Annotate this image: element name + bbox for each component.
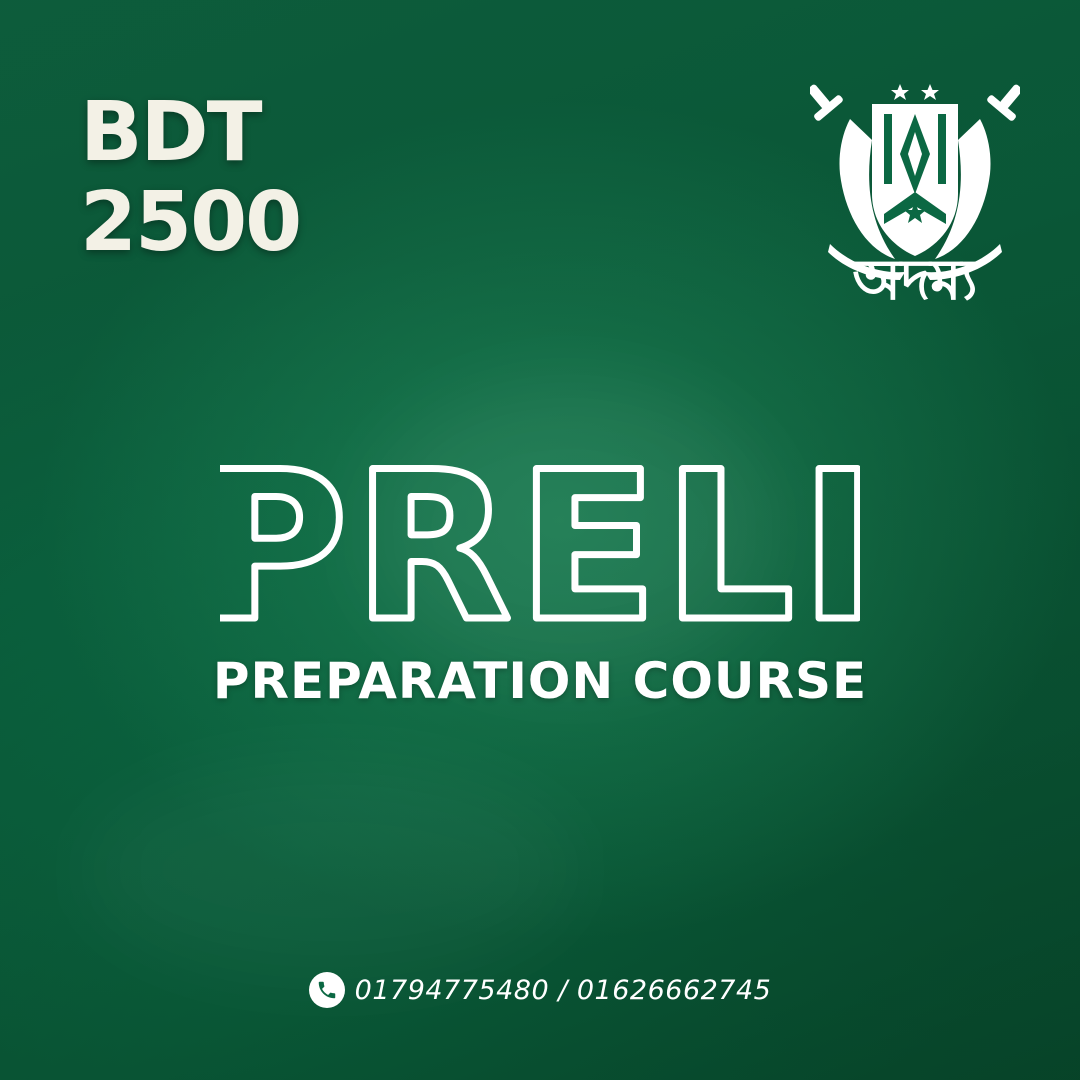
- phone-icon: [308, 972, 345, 1008]
- price-block: BDT 2500: [80, 85, 302, 270]
- chalk-smudge: [80, 760, 580, 980]
- title-text: PRELI: [220, 430, 860, 650]
- brand-name: অদম্য: [852, 248, 978, 313]
- title-outline-text: PRELI: [220, 430, 860, 650]
- contact-numbers: 01794775480 / 01626662745: [354, 974, 772, 1006]
- price-amount: 2500: [80, 175, 302, 270]
- course-title: PRELI: [0, 430, 1080, 650]
- poster-canvas: BDT 2500 অদম্য PRELI PREPARATION COURSE …: [0, 0, 1080, 1080]
- contact-row: 01794775480 / 01626662745: [0, 972, 1080, 1008]
- course-subtitle: PREPARATION COURSE: [212, 652, 868, 710]
- price-currency: BDT: [80, 85, 263, 180]
